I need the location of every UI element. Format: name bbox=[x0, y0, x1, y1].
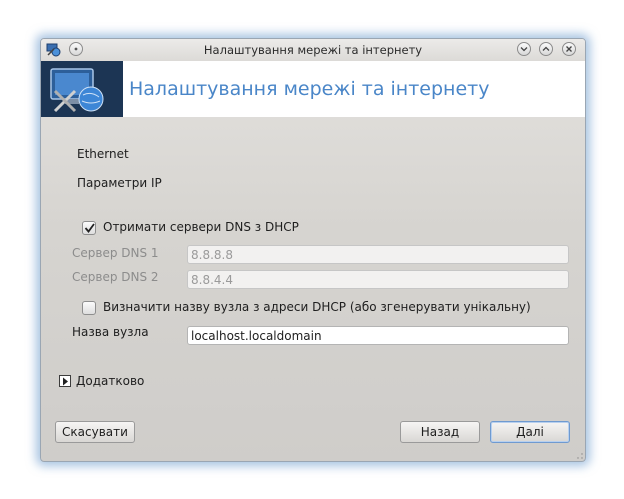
title-bar[interactable]: Налаштування мережі та інтернету bbox=[41, 39, 585, 61]
close-icon bbox=[566, 46, 572, 52]
dns-server1-label: Сервер DNS 1 bbox=[72, 246, 159, 260]
interface-label: Ethernet bbox=[77, 147, 129, 161]
maximize-button[interactable] bbox=[539, 42, 553, 56]
triangle-right-icon bbox=[63, 377, 68, 386]
checkmark-icon bbox=[84, 223, 95, 233]
chevron-down-icon bbox=[520, 47, 528, 52]
close-button[interactable] bbox=[562, 42, 576, 56]
dns-from-dhcp-label[interactable]: Отримати сервери DNS з DHCP bbox=[103, 220, 299, 234]
advanced-expander[interactable] bbox=[59, 375, 71, 387]
dns-server2-field[interactable]: 8.8.4.4 bbox=[187, 270, 569, 289]
section-subtitle: Параметри IP bbox=[77, 176, 162, 190]
hostname-from-dhcp-checkbox[interactable] bbox=[82, 301, 96, 315]
hostname-from-dhcp-label[interactable]: Визначити назву вузла з адреси DHCP (або… bbox=[103, 300, 531, 314]
resize-grip-icon[interactable] bbox=[577, 453, 583, 459]
advanced-label[interactable]: Додатково bbox=[76, 374, 144, 388]
hostname-input[interactable]: localhost.localdomain bbox=[187, 326, 569, 345]
hostname-label: Назва вузла bbox=[72, 325, 149, 339]
dialog-window: Налаштування мережі та інтернету Налашту… bbox=[40, 38, 586, 462]
minimize-button[interactable] bbox=[517, 42, 531, 56]
header-banner: Налаштування мережі та інтернету bbox=[41, 61, 585, 117]
dns-from-dhcp-checkbox[interactable] bbox=[82, 221, 96, 235]
dns-server1-field[interactable]: 8.8.8.8 bbox=[187, 245, 569, 264]
chevron-up-icon bbox=[542, 46, 550, 51]
back-button[interactable]: Назад bbox=[400, 421, 480, 443]
dns-server2-label: Сервер DNS 2 bbox=[72, 270, 159, 284]
banner-title: Налаштування мережі та інтернету bbox=[129, 78, 490, 100]
network-settings-icon bbox=[41, 61, 123, 117]
cancel-button[interactable]: Скасувати bbox=[55, 421, 135, 443]
window-title: Налаштування мережі та інтернету bbox=[203, 43, 423, 57]
next-button[interactable]: Далі bbox=[490, 421, 570, 443]
